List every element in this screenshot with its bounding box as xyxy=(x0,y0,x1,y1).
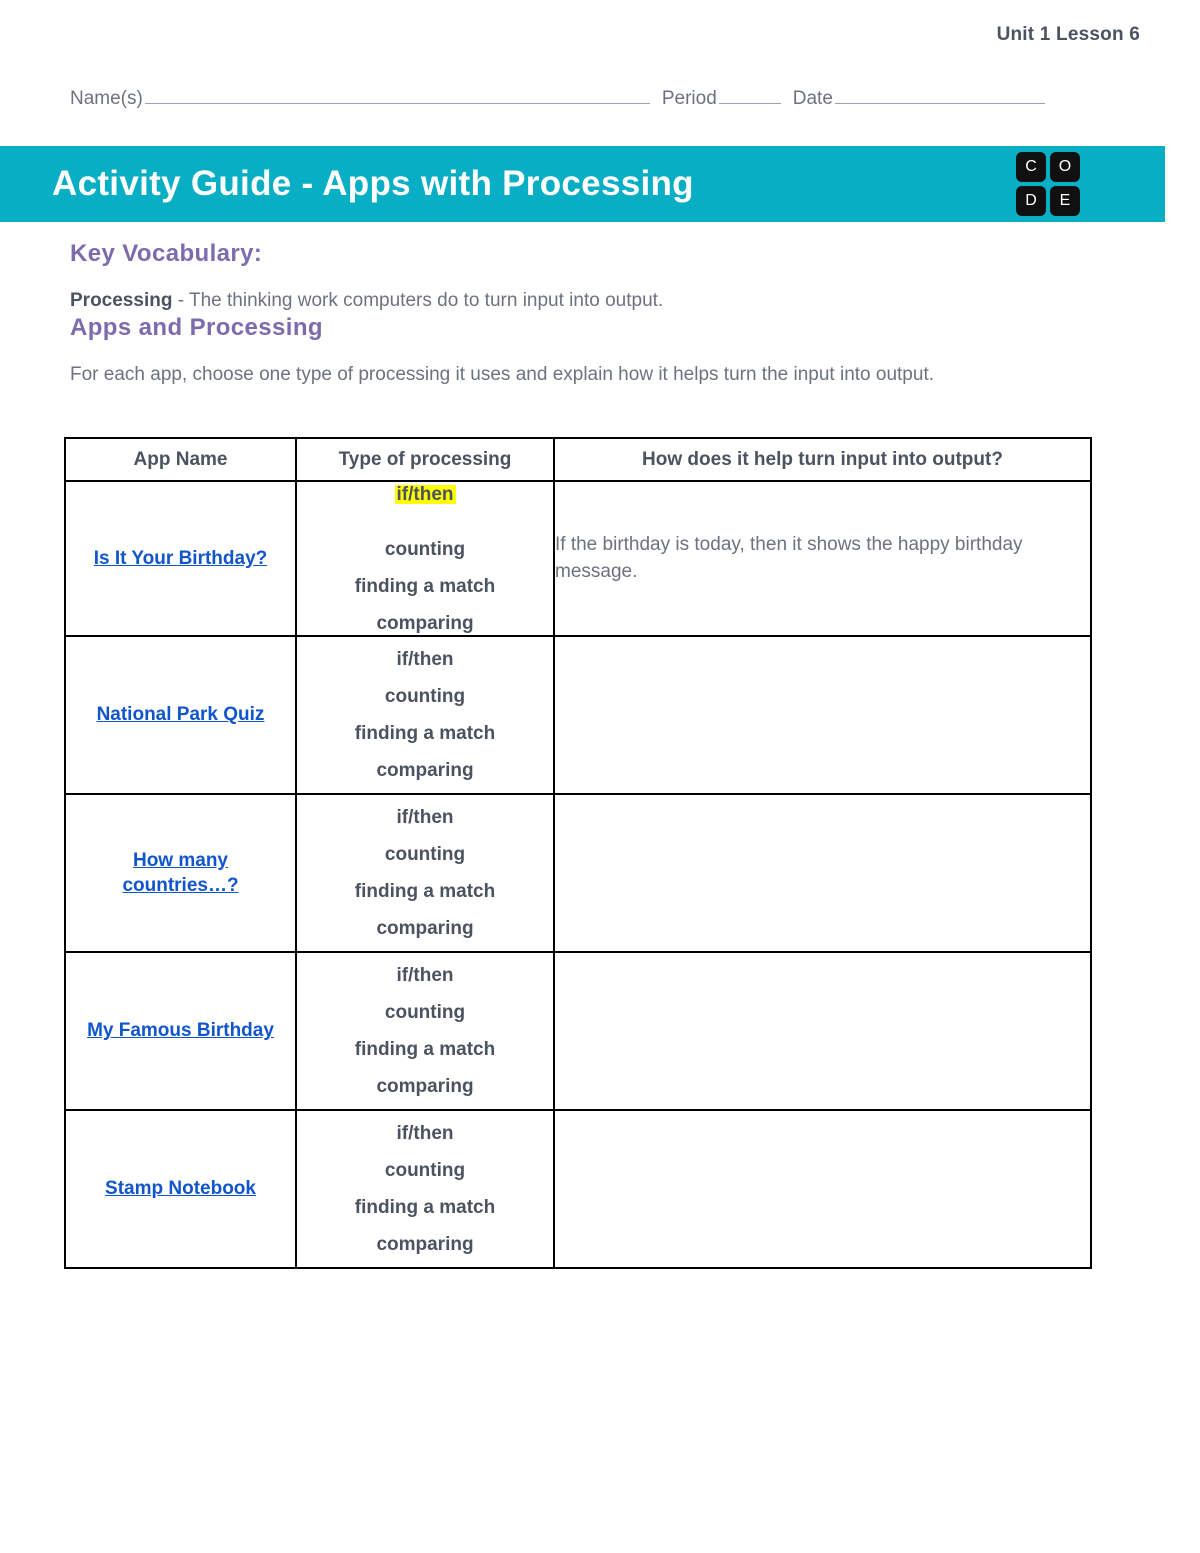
column-header-how-helps: How does it help turn input into output? xyxy=(553,437,1092,482)
page-title: Activity Guide - Apps with Processing xyxy=(52,164,694,203)
processing-option-comparing[interactable]: comparing xyxy=(297,919,553,938)
unit-lesson-label: Unit 1 Lesson 6 xyxy=(996,24,1140,45)
apps-processing-table: App Name Type of processing How does it … xyxy=(64,437,1092,1269)
processing-options-cell: if/then counting finding a match compari… xyxy=(295,480,555,637)
app-link-line-1: How many xyxy=(132,849,229,871)
logo-letter-d: D xyxy=(1016,186,1046,216)
processing-option-if-then[interactable]: if/then xyxy=(297,1124,553,1143)
processing-option-wrapper: if/then xyxy=(297,484,553,522)
processing-option-comparing[interactable]: comparing xyxy=(297,614,553,633)
processing-option-counting[interactable]: counting xyxy=(297,1003,553,1022)
processing-option-finding-a-match[interactable]: finding a match xyxy=(297,724,553,743)
period-blank-line[interactable] xyxy=(718,88,781,104)
processing-option-finding-a-match[interactable]: finding a match xyxy=(297,1198,553,1217)
app-name-cell: How many countries…? xyxy=(64,793,297,953)
processing-option-finding-a-match[interactable]: finding a match xyxy=(297,1040,553,1059)
processing-option-comparing[interactable]: comparing xyxy=(297,1077,553,1096)
app-name-cell: Stamp Notebook xyxy=(64,1109,297,1269)
processing-option-if-then[interactable]: if/then xyxy=(297,808,553,827)
table-header-row: App Name Type of processing How does it … xyxy=(64,437,1092,482)
processing-option-comparing[interactable]: comparing xyxy=(297,1235,553,1254)
app-name-cell: My Famous Birthday xyxy=(64,951,297,1111)
code-org-logo: C O D E xyxy=(1016,152,1080,216)
table-row: Stamp Notebook if/then counting finding … xyxy=(64,1109,1092,1269)
vocabulary-definition-text: - The thinking work computers do to turn… xyxy=(172,290,664,311)
column-header-type-of-processing: Type of processing xyxy=(295,437,555,482)
apps-and-processing-heading: Apps and Processing xyxy=(70,313,323,341)
app-link[interactable]: My Famous Birthday xyxy=(87,1018,274,1043)
processing-options-cell: if/then counting finding a match compari… xyxy=(295,793,555,953)
processing-option-if-then[interactable]: if/then xyxy=(297,966,553,985)
key-vocabulary-heading: Key Vocabulary: xyxy=(70,240,263,267)
processing-option-if-then[interactable]: if/then xyxy=(394,484,456,504)
processing-option-comparing[interactable]: comparing xyxy=(297,761,553,780)
answer-cell[interactable] xyxy=(553,793,1092,953)
processing-option-counting[interactable]: counting xyxy=(297,687,553,706)
vocabulary-definition: Processing - The thinking work computers… xyxy=(70,288,1095,314)
table-row: How many countries…? if/then counting fin… xyxy=(64,793,1092,953)
logo-letter-e: E xyxy=(1050,186,1080,216)
column-header-app-name: App Name xyxy=(64,437,297,482)
name-period-date-row: Name(s) Period Date xyxy=(70,88,1140,110)
date-blank-line[interactable] xyxy=(834,88,1045,104)
processing-option-if-then[interactable]: if/then xyxy=(297,650,553,669)
app-link-line-2: countries…? xyxy=(122,875,239,896)
name-blank-line[interactable] xyxy=(144,88,650,104)
processing-option-finding-a-match[interactable]: finding a match xyxy=(297,882,553,901)
activity-instructions: For each app, choose one type of process… xyxy=(70,363,934,385)
processing-options-cell: if/then counting finding a match compari… xyxy=(295,951,555,1111)
table-row: Is It Your Birthday? if/then counting fi… xyxy=(64,480,1092,637)
app-link[interactable]: National Park Quiz xyxy=(97,702,265,727)
logo-letter-c: C xyxy=(1016,152,1046,182)
answer-cell[interactable] xyxy=(553,635,1092,795)
processing-option-counting[interactable]: counting xyxy=(297,845,553,864)
processing-option-counting[interactable]: counting xyxy=(297,540,553,559)
answer-cell[interactable]: If the birthday is today, then it shows … xyxy=(553,480,1092,637)
app-link[interactable]: Stamp Notebook xyxy=(105,1176,256,1201)
table-row: My Famous Birthday if/then counting find… xyxy=(64,951,1092,1111)
name-label: Name(s) xyxy=(70,88,143,109)
table-row: National Park Quiz if/then counting find… xyxy=(64,635,1092,795)
document-body: Key Vocabulary: Processing - The thinkin… xyxy=(70,240,1095,387)
app-name-cell: National Park Quiz xyxy=(64,635,297,795)
answer-cell[interactable] xyxy=(553,1109,1092,1269)
processing-options-cell: if/then counting finding a match compari… xyxy=(295,635,555,795)
app-name-cell: Is It Your Birthday? xyxy=(64,480,297,637)
processing-options-cell: if/then counting finding a match compari… xyxy=(295,1109,555,1269)
app-link[interactable]: How many countries…? xyxy=(122,848,238,898)
period-label: Period xyxy=(661,88,717,109)
app-link[interactable]: Is It Your Birthday? xyxy=(94,546,268,571)
logo-letter-o: O xyxy=(1050,152,1080,182)
answer-cell[interactable] xyxy=(553,951,1092,1111)
processing-option-counting[interactable]: counting xyxy=(297,1161,553,1180)
processing-option-finding-a-match[interactable]: finding a match xyxy=(297,577,553,596)
title-banner: Activity Guide - Apps with Processing C … xyxy=(0,146,1165,222)
date-label: Date xyxy=(792,88,833,109)
vocabulary-term: Processing xyxy=(70,290,173,311)
